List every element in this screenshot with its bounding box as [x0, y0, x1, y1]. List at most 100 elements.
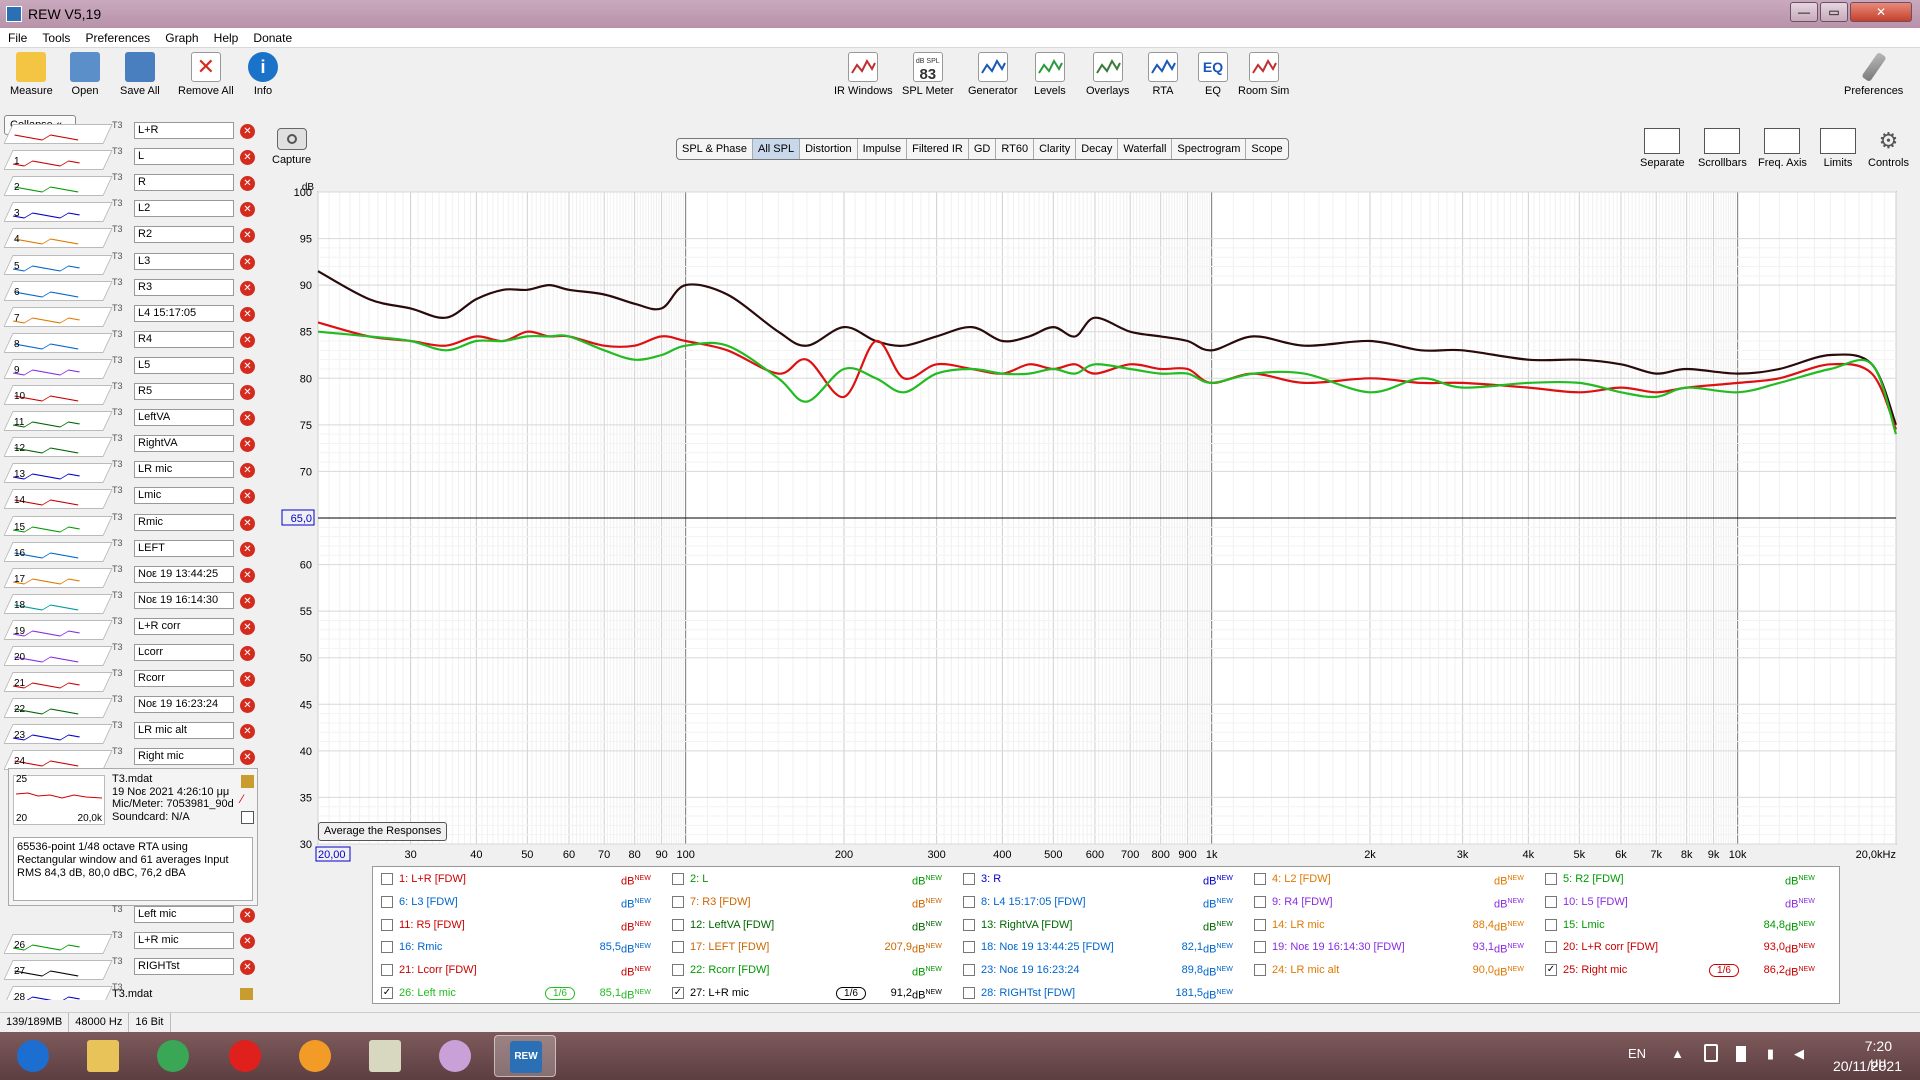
taskbar-chrome-button[interactable] [142, 1035, 204, 1077]
remove-measurement-icon[interactable]: ✕ [240, 411, 255, 427]
measurement-name-field[interactable]: R5 [134, 383, 234, 400]
measurement-row[interactable]: 11 T3 LeftVA ✕ [4, 407, 262, 433]
measurement-thumbnail[interactable] [4, 176, 113, 197]
spl-graph[interactable]: 20,00 30 40 50 60 70 80 90 100 200 300 400 500 600 700… [270, 180, 1920, 866]
taskbar-opera-button[interactable] [214, 1035, 276, 1077]
toolbar-levels-button[interactable]: Levels [1034, 52, 1066, 97]
legend-checkbox[interactable]: ✓ [672, 987, 684, 999]
legend-item[interactable]: 12: LeftVA [FDW] dBNEW [670, 915, 952, 935]
taskbar-paint-button[interactable] [424, 1035, 486, 1077]
toolbar-ir-windows-button[interactable]: IR Windows [834, 52, 893, 97]
measurement-row[interactable]: 16 T3 LEFT ✕ [4, 538, 262, 564]
measurement-name-field[interactable]: L+R corr [134, 617, 234, 635]
menu-help[interactable]: Help [206, 28, 243, 45]
remove-measurement-icon[interactable]: ✕ [240, 280, 255, 296]
measurement-name-field[interactable]: L4 15:17:05 [134, 304, 234, 322]
measurement-name-field[interactable]: L+R [134, 122, 234, 139]
legend-item[interactable]: ✓ 27: L+R mic 91,2 dBNEW 1/6 [670, 983, 952, 1003]
legend-checkbox[interactable] [1254, 918, 1266, 931]
tab-rt60[interactable]: RT60 [996, 139, 1035, 159]
measurement-row[interactable]: 26 T3 L+R mic ✕ [4, 930, 262, 956]
measurement-name-field[interactable]: R2 [134, 226, 234, 244]
toolbar-folder-button[interactable]: Open [70, 52, 100, 97]
remove-measurement-icon[interactable]: ✕ [240, 672, 255, 688]
legend-checkbox[interactable] [381, 895, 393, 908]
legend-checkbox[interactable] [963, 987, 975, 999]
remove-measurement-icon[interactable]: ✕ [240, 960, 255, 976]
tool-freq-axis[interactable]: Freq. Axis [1758, 128, 1807, 169]
notes-icon[interactable] [240, 988, 253, 1000]
pen-icon[interactable]: ⁄ [241, 793, 254, 806]
tool-controls[interactable]: ⚙ Controls [1868, 128, 1909, 169]
remove-measurement-icon[interactable]: ✕ [240, 646, 255, 661]
measurement-row[interactable]: 7 T3 L4 15:17:05 ✕ [4, 303, 262, 329]
legend-checkbox[interactable] [1545, 895, 1557, 908]
measurement-thumbnail[interactable] [4, 280, 113, 301]
menu-graph[interactable]: Graph [157, 28, 202, 45]
legend-item[interactable]: 7: R3 [FDW] dBNEW [670, 892, 952, 912]
legend-checkbox[interactable] [963, 941, 975, 954]
measurement-thumbnail[interactable] [4, 150, 113, 171]
battery-icon[interactable] [1736, 1046, 1746, 1062]
legend-item[interactable]: 28: RIGHTst [FDW] 181,5 dBNEW [961, 983, 1243, 1003]
measurement-name-field[interactable]: Lmic [134, 487, 234, 505]
remove-measurement-icon[interactable]: ✕ [240, 437, 255, 453]
toolbar-info-button[interactable]: i Info [248, 52, 278, 97]
tool-limits[interactable]: Limits [1820, 128, 1856, 169]
measurement-row[interactable]: 22 T3 Noε 19 16:23:24 ✕ [4, 694, 262, 720]
taskbar-firefox-button[interactable] [284, 1035, 346, 1077]
legend-checkbox[interactable] [672, 941, 684, 954]
measurement-row[interactable]: 21 T3 Rcorr ✕ [4, 668, 262, 694]
remove-measurement-icon[interactable]: ✕ [240, 698, 255, 714]
measurement-name-field[interactable]: R3 [134, 278, 234, 296]
remove-measurement-icon[interactable]: ✕ [240, 306, 255, 322]
legend-checkbox[interactable] [672, 964, 684, 977]
legend-checkbox[interactable] [1254, 964, 1266, 977]
toolbar-remove-button[interactable]: ✕ Remove All [178, 52, 234, 97]
legend-checkbox[interactable] [381, 873, 393, 885]
toolbar-generator-button[interactable]: Generator [968, 52, 1018, 97]
tab-decay[interactable]: Decay [1076, 139, 1119, 159]
measurement-name-field[interactable]: Rmic [134, 513, 234, 531]
legend-item[interactable]: 14: LR mic 88,4 dBNEW [1252, 915, 1534, 935]
legend-item[interactable]: 16: Rmic 85,5 dBNEW [379, 937, 661, 957]
remove-measurement-icon[interactable]: ✕ [240, 619, 255, 635]
legend-item[interactable]: 11: R5 [FDW] dBNEW [379, 915, 661, 935]
remove-measurement-icon[interactable]: ✕ [240, 593, 255, 609]
measurement-name-field[interactable]: L [134, 148, 234, 166]
measurement-row[interactable]: 15 T3 Rmic ✕ [4, 512, 262, 538]
measurement-name-field[interactable]: Noε 19 16:23:24 [134, 696, 234, 714]
tool-scrollbars[interactable]: Scrollbars [1698, 128, 1747, 169]
measurement-name-field[interactable]: Noε 19 16:14:30 [134, 591, 234, 609]
tool-separate[interactable]: Separate [1640, 128, 1685, 169]
measurement-name-field[interactable]: L2 [134, 200, 234, 218]
legend-checkbox[interactable] [381, 918, 393, 931]
language-indicator[interactable]: EN [1628, 1046, 1646, 1061]
measurement-thumbnail[interactable] [4, 202, 113, 223]
menu-donate[interactable]: Donate [245, 28, 296, 45]
remove-measurement-icon[interactable]: ✕ [240, 228, 255, 244]
minimize-button[interactable]: — [1790, 2, 1818, 22]
measurement-row[interactable]: 17 T3 Noε 19 13:44:25 ✕ [4, 564, 262, 590]
remove-measurement-icon[interactable]: ✕ [240, 724, 255, 740]
measurement-name-field[interactable]: LEFT [134, 539, 234, 557]
measurement-name-field[interactable]: R [134, 174, 234, 192]
smoothing-badge[interactable]: 1/6 [836, 987, 866, 1000]
remove-measurement-icon[interactable]: ✕ [240, 489, 255, 505]
measurement-row[interactable]: 23 T3 LR mic alt ✕ [4, 720, 262, 746]
measurement-thumbnail[interactable] [4, 332, 113, 353]
measurement-name-field[interactable]: R4 [134, 330, 234, 348]
legend-item[interactable]: 5: R2 [FDW] dBNEW [1543, 869, 1825, 889]
legend-checkbox[interactable] [963, 918, 975, 931]
volume-icon[interactable]: ◀ [1794, 1046, 1804, 1062]
measurement-name-field[interactable]: Right mic [134, 748, 234, 766]
legend-checkbox[interactable] [672, 873, 684, 885]
measurement-name-field[interactable]: Left mic [134, 906, 234, 923]
network-icon[interactable]: ▮ [1767, 1046, 1774, 1062]
measurement-name-field[interactable]: L5 [134, 356, 234, 374]
remove-measurement-icon[interactable]: ✕ [240, 254, 255, 270]
legend-item[interactable]: ✓ 26: Left mic 85,1 dBNEW 1/6 [379, 983, 661, 1003]
measurement-name-field[interactable]: RIGHTst [134, 958, 234, 976]
measurement-name-field[interactable]: Noε 19 13:44:25 [134, 565, 234, 583]
measurement-row[interactable]: 5 T3 L3 ✕ [4, 251, 262, 277]
